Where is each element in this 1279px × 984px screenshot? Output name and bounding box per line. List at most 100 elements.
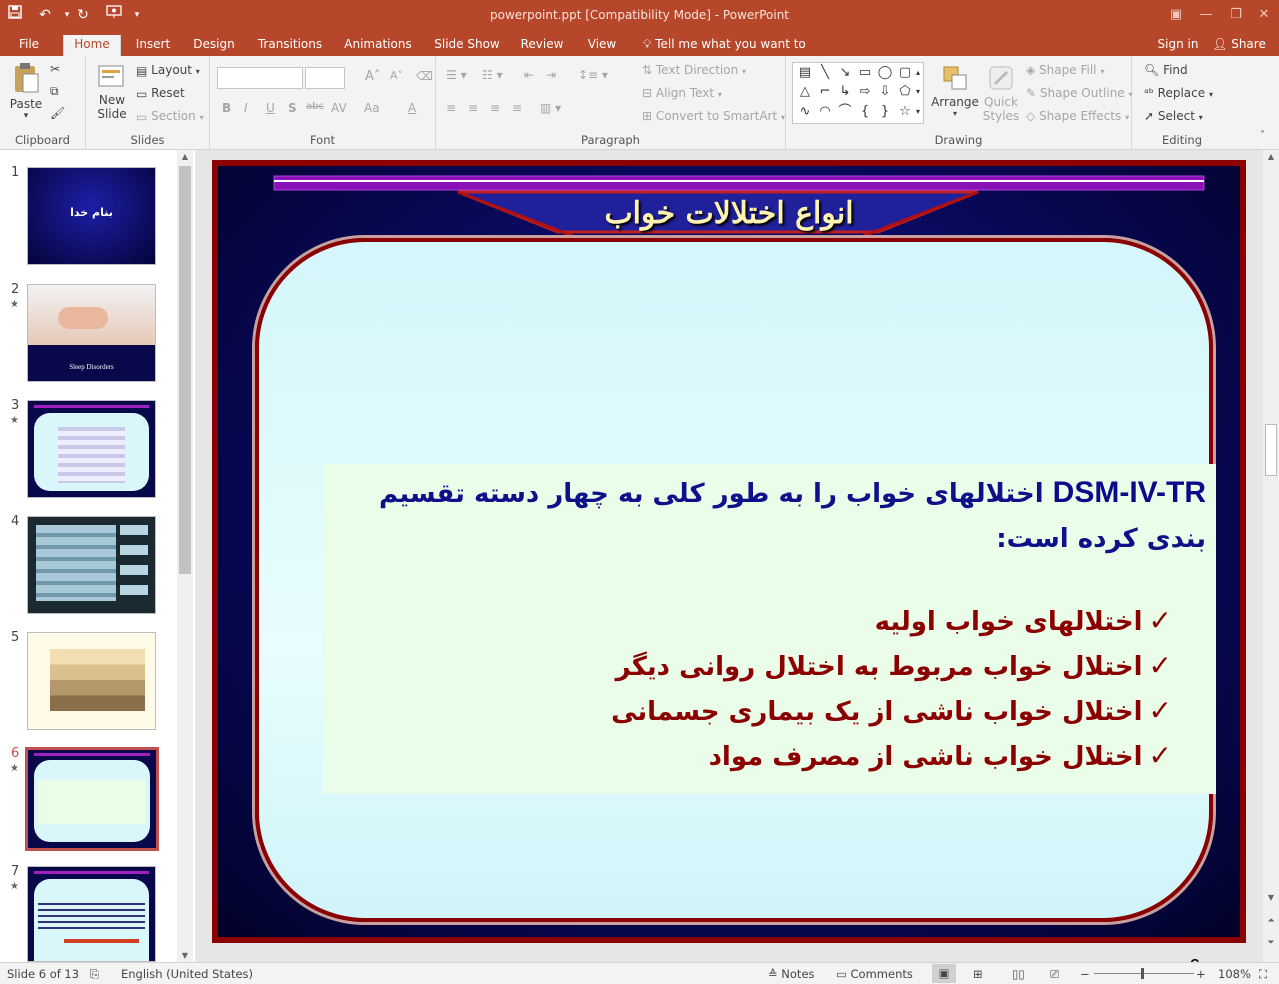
reset-button[interactable]: ▭ Reset — [136, 86, 185, 101]
scroll-down-icon[interactable]: ▼ — [1263, 893, 1279, 902]
underline-button[interactable]: U — [266, 101, 275, 115]
comments-button[interactable]: ▭ Comments — [836, 967, 913, 981]
slide-sorter-icon[interactable]: ⊞ — [973, 967, 983, 981]
right-brace-icon[interactable]: } — [875, 103, 895, 121]
tab-transitions[interactable]: Transitions — [254, 35, 326, 56]
tab-review[interactable]: Review — [518, 35, 566, 56]
arrange-button[interactable]: Arrange ▾ — [931, 64, 979, 118]
textbox-shape-icon[interactable]: ▤ — [795, 64, 815, 82]
editor-scrollbar[interactable]: ▲ ▼ ⏶ ⏷ — [1263, 150, 1279, 962]
tab-animations[interactable]: Animations — [341, 35, 415, 56]
zoom-in-icon[interactable]: + — [1196, 967, 1206, 981]
ribbon-display-options-icon[interactable]: ▣ — [1160, 3, 1192, 27]
char-spacing-button[interactable]: AV — [331, 101, 347, 115]
justify-icon[interactable]: ≡ — [512, 101, 522, 115]
font-name-combo[interactable] — [217, 67, 303, 89]
oval-shape-icon[interactable]: ◯ — [875, 64, 895, 82]
tab-insert[interactable]: Insert — [131, 35, 175, 56]
clear-formatting-icon[interactable]: ⌫ — [416, 69, 433, 83]
arrow-line-shape-icon[interactable]: ↘ — [835, 64, 855, 82]
scroll-up-icon[interactable]: ▲ — [1263, 152, 1279, 161]
shape-effects-button[interactable]: ◇ Shape Effects ▾ — [1026, 109, 1129, 123]
decrease-indent-icon[interactable]: ⇤ — [524, 68, 534, 82]
format-painter-icon[interactable]: 🖌︎ — [50, 106, 65, 120]
thumbnails-scrollbar[interactable]: ▲ ▼ — [177, 150, 193, 962]
tab-design[interactable]: Design — [188, 35, 240, 56]
scroll-thumb[interactable] — [179, 166, 191, 574]
new-slide-button[interactable]: New Slide — [92, 62, 132, 121]
align-text-button[interactable]: ⊟ Align Text ▾ — [642, 86, 722, 100]
line-spacing-icon[interactable]: ↕≡ ▾ — [578, 68, 608, 82]
numbering-icon[interactable]: ☷ ▾ — [482, 68, 503, 82]
rectangle-shape-icon[interactable]: ▭ — [855, 64, 875, 82]
fit-to-window-icon[interactable]: ⛶ — [1259, 967, 1267, 982]
arc-shape-icon[interactable]: ◠ — [815, 103, 835, 121]
find-button[interactable]: 🔍︎ Find — [1144, 63, 1188, 77]
font-color-button[interactable]: A — [408, 101, 416, 115]
pentagon-shape-icon[interactable]: ⬠ — [895, 83, 915, 101]
strikethrough-button[interactable]: abc — [306, 101, 324, 112]
replace-button[interactable]: ᵃᵇ Replace ▾ — [1144, 86, 1213, 100]
change-case-button[interactable]: Aa — [364, 101, 380, 115]
tab-home[interactable]: Home — [63, 35, 121, 56]
align-center-icon[interactable]: ≡ — [468, 101, 478, 115]
slide-thumbnail-2[interactable]: Sleep Disorders — [27, 284, 156, 382]
down-arrow-shape-icon[interactable]: ⇩ — [875, 83, 895, 101]
curve-shape-icon[interactable]: ∿ — [795, 103, 815, 121]
zoom-out-icon[interactable]: − — [1080, 967, 1090, 981]
grow-font-icon[interactable]: A˄ — [365, 69, 380, 84]
tab-file[interactable]: File — [10, 35, 48, 56]
body-textbox[interactable]: DSM-IV-TR اختلالهای خواب را به طور کلی ب… — [323, 464, 1216, 794]
slide-thumbnail-7[interactable] — [27, 866, 156, 962]
scroll-down-icon[interactable]: ▼ — [177, 951, 193, 960]
slide-thumbnail-6[interactable] — [25, 747, 159, 851]
align-right-icon[interactable]: ≡ — [490, 101, 500, 115]
zoom-slider-thumb[interactable] — [1141, 968, 1144, 979]
normal-view-icon[interactable]: ▣ — [932, 964, 956, 983]
copy-icon[interactable]: ⧉ — [50, 84, 59, 99]
collapse-ribbon-icon[interactable]: ˄ — [1260, 130, 1265, 141]
close-button[interactable]: ✕ — [1248, 3, 1279, 27]
align-left-icon[interactable]: ≡ — [446, 101, 456, 115]
next-slide-icon[interactable]: ⏷ — [1263, 938, 1279, 948]
previous-slide-icon[interactable]: ⏶ — [1263, 916, 1279, 926]
gallery-down-icon[interactable]: ▾ — [913, 83, 923, 101]
right-arrow-shape-icon[interactable]: ⇨ — [855, 83, 875, 101]
scroll-thumb[interactable] — [1265, 424, 1277, 476]
tab-view[interactable]: View — [583, 35, 621, 56]
slide-thumbnail-3[interactable] — [27, 400, 156, 498]
star-shape-icon[interactable]: ☆ — [895, 103, 915, 121]
notes-button[interactable]: ≙ Notes — [768, 967, 815, 981]
zoom-slider[interactable] — [1094, 973, 1194, 974]
reading-view-icon[interactable]: ▯▯ — [1012, 967, 1025, 981]
text-direction-button[interactable]: ⇅ Text Direction ▾ — [642, 63, 746, 77]
cut-icon[interactable]: ✂ — [50, 62, 60, 76]
sign-in-link[interactable]: Sign in — [1155, 35, 1201, 56]
slide-canvas[interactable]: انواع اختلالات خواب DSM-IV-TR اختلالهای … — [212, 160, 1246, 978]
triangle-shape-icon[interactable]: △ — [795, 83, 815, 101]
language-indicator[interactable]: English (United States) — [121, 967, 253, 981]
font-size-combo[interactable] — [305, 67, 345, 89]
quick-styles-button[interactable]: Quick Styles — [981, 64, 1021, 123]
slide-title[interactable]: انواع اختلالات خواب — [218, 196, 1240, 231]
rounded-rect-shape-icon[interactable]: ▢ — [895, 64, 915, 82]
line-shape-icon[interactable]: ╲ — [815, 64, 835, 82]
minimize-button[interactable]: — — [1190, 3, 1222, 27]
select-button[interactable]: ➚ Select ▾ — [1144, 109, 1203, 123]
shapes-gallery[interactable]: ▤ ╲ ↘ ▭ ◯ ▢ △ ⌐ ↳ ⇨ ⇩ ⬠ ∿ ◠ ⌒ { } ☆ ▴ ▾ — [792, 62, 924, 124]
bullets-icon[interactable]: ☰ ▾ — [446, 68, 467, 82]
slide-show-icon[interactable]: ⎚ — [1050, 967, 1059, 982]
tell-me-box[interactable]: 💡︎ Tell me what you want to do... — [643, 35, 833, 70]
increase-indent-icon[interactable]: ⇥ — [546, 68, 556, 82]
shape-fill-button[interactable]: ◈ Shape Fill ▾ — [1026, 63, 1104, 77]
layout-button[interactable]: ▤ Layout ▾ — [136, 63, 200, 78]
italic-button[interactable]: I — [244, 101, 248, 115]
slide-thumbnail-4[interactable] — [27, 516, 156, 614]
bold-button[interactable]: B — [222, 101, 231, 115]
spell-check-icon[interactable]: ⎘ — [90, 967, 99, 982]
columns-icon[interactable]: ▥ ▾ — [540, 101, 561, 115]
slide-thumbnail-5[interactable] — [27, 632, 156, 730]
gallery-up-icon[interactable]: ▴ — [913, 64, 923, 82]
elbow-connector-icon[interactable]: ⌐ — [815, 83, 835, 101]
gallery-more-icon[interactable]: ▾ — [913, 103, 923, 121]
